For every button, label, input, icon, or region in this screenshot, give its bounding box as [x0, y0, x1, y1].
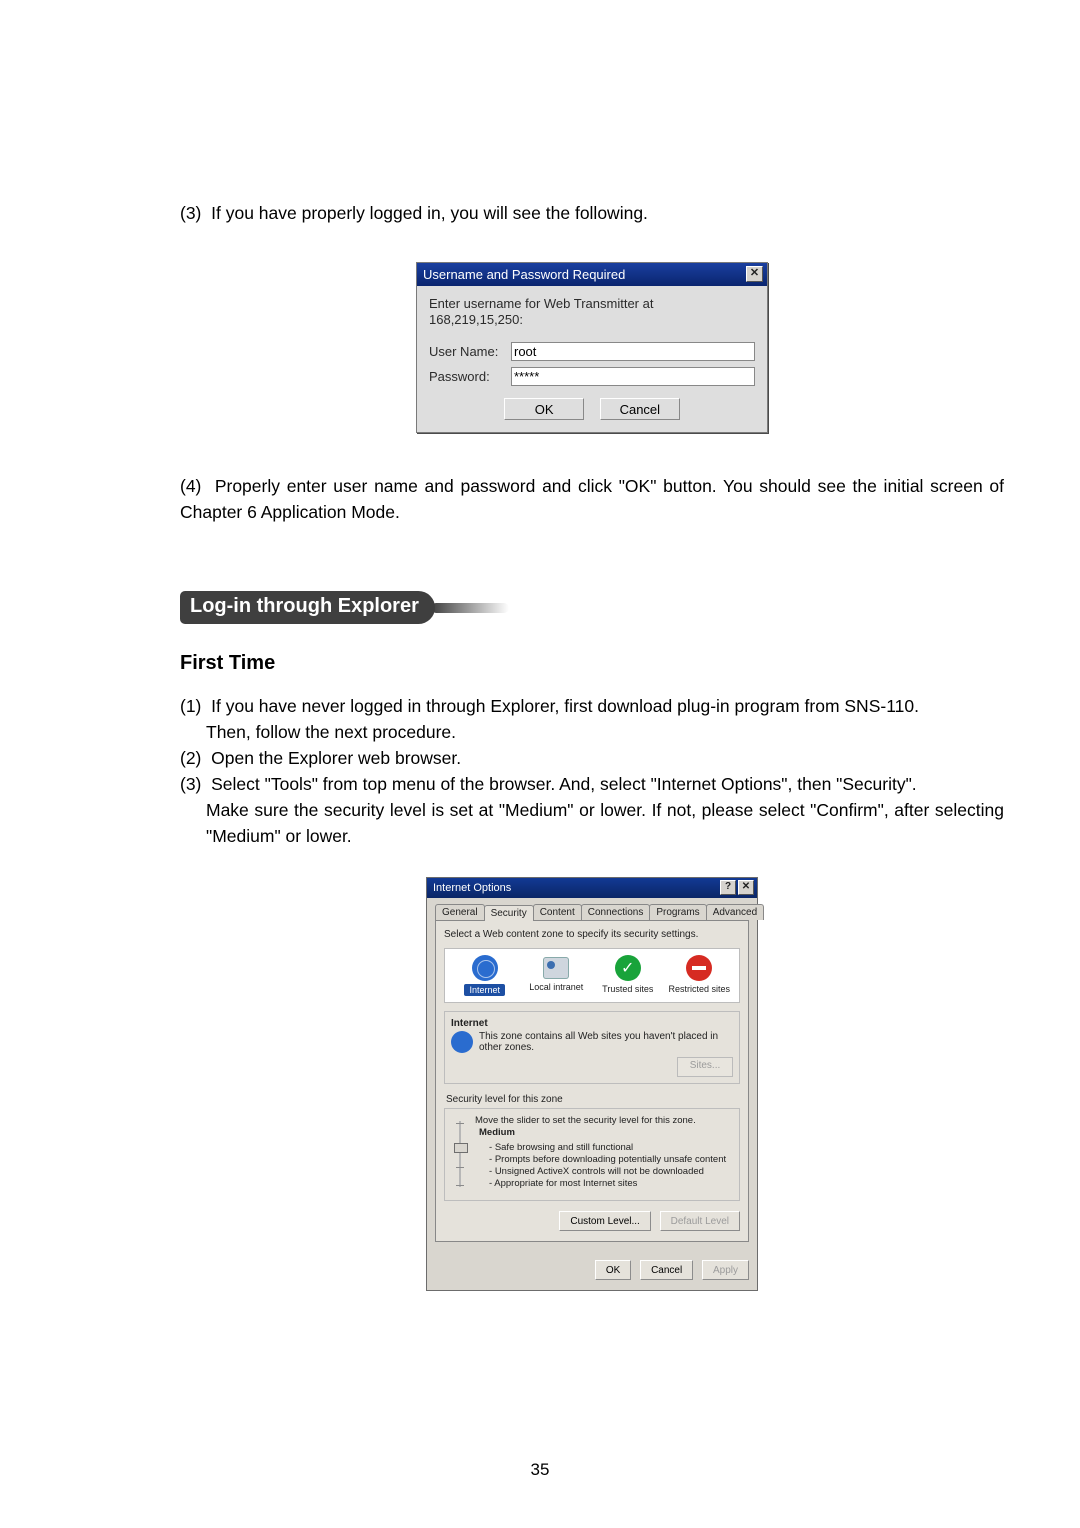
dialog-title: Username and Password Required [423, 267, 625, 282]
tab-advanced[interactable]: Advanced [706, 904, 764, 920]
check-icon: ✓ [615, 955, 641, 981]
ok-button[interactable]: OK [595, 1260, 631, 1280]
list-marker: (2) [180, 748, 201, 768]
step-3: (3) Select "Tools" from top menu of the … [180, 771, 1004, 849]
ok-button[interactable]: OK [504, 398, 584, 420]
help-icon[interactable]: ? [720, 880, 736, 895]
step-text: If you have never logged in through Expl… [211, 696, 919, 716]
password-label: Password: [429, 369, 511, 384]
sites-button: Sites... [677, 1057, 733, 1077]
tab-content[interactable]: Content [533, 904, 582, 920]
step-cont: Make sure the security level is set at "… [180, 797, 1004, 849]
section-heading: Log-in through Explorer [180, 591, 435, 624]
security-level-box: Move the slider to set the security leve… [444, 1108, 740, 1201]
list-marker: (3) [180, 774, 201, 794]
security-bullet: Prompts before downloading potentially u… [489, 1154, 733, 1166]
paragraph-text: If you have properly logged in, you will… [211, 203, 648, 223]
security-level-name: Medium [479, 1127, 733, 1139]
zone-label: Local intranet [529, 982, 583, 992]
security-bullet: Safe browsing and still functional [489, 1142, 733, 1154]
globe-icon [472, 955, 498, 981]
internet-options-dialog: Internet Options ? ✕ General Security Co… [426, 877, 758, 1291]
zone-description: Internet This zone contains all Web site… [444, 1011, 740, 1084]
username-label: User Name: [429, 344, 511, 359]
dialog-titlebar: Internet Options ? ✕ [427, 878, 757, 898]
zone-trusted-sites[interactable]: ✓ Trusted sites [592, 955, 664, 996]
login-dialog: Username and Password Required ✕ Enter u… [416, 262, 768, 433]
dialog-title: Internet Options [433, 882, 511, 894]
username-input[interactable] [511, 342, 755, 361]
step-text: Open the Explorer web browser. [211, 748, 461, 768]
apply-button: Apply [702, 1260, 749, 1280]
dialog-titlebar: Username and Password Required ✕ [417, 263, 767, 286]
subheading: First Time [180, 652, 1004, 675]
document-page: (3) If you have properly logged in, you … [0, 0, 1080, 1528]
paragraph-4: (4) Properly enter user name and passwor… [180, 473, 1004, 525]
step-1: (1) If you have never logged in through … [180, 693, 1004, 745]
zone-label: Internet [464, 984, 505, 996]
dialog-message-line1: Enter username for Web Transmitter at [429, 296, 653, 311]
zone-restricted-sites[interactable]: Restricted sites [664, 955, 736, 996]
step-cont: Then, follow the next procedure. [180, 719, 1004, 745]
cancel-button[interactable]: Cancel [640, 1260, 693, 1280]
computer-icon [543, 957, 569, 979]
tab-programs[interactable]: Programs [649, 904, 706, 920]
zone-label: Restricted sites [668, 984, 730, 994]
list-marker: (3) [180, 203, 201, 223]
zone-name: Internet [451, 1018, 733, 1029]
custom-level-button[interactable]: Custom Level... [559, 1211, 650, 1231]
zone-selector: Internet Local intranet ✓ Trusted sites … [444, 948, 740, 1003]
tab-strip: General Security Content Connections Pro… [435, 904, 749, 921]
security-slider[interactable] [451, 1115, 469, 1190]
zone-local-intranet[interactable]: Local intranet [521, 955, 593, 996]
list-marker: (1) [180, 696, 201, 716]
security-level-title: Security level for this zone [446, 1094, 740, 1105]
slider-instruction: Move the slider to set the security leve… [475, 1115, 733, 1127]
zone-label: Trusted sites [602, 984, 653, 994]
paragraph-3: (3) If you have properly logged in, you … [180, 200, 1004, 226]
globe-icon [451, 1031, 473, 1053]
security-bullet: Unsigned ActiveX controls will not be do… [489, 1166, 733, 1178]
default-level-button: Default Level [660, 1211, 740, 1231]
dialog-message-line2: 168,219,15,250: [429, 312, 523, 327]
tab-connections[interactable]: Connections [581, 904, 651, 920]
password-input[interactable] [511, 367, 755, 386]
step-2: (2) Open the Explorer web browser. [180, 745, 1004, 771]
list-marker: (4) [180, 476, 201, 496]
slider-thumb-icon [454, 1143, 468, 1153]
heading-decoration [431, 603, 509, 613]
tab-general[interactable]: General [435, 904, 485, 920]
zone-internet[interactable]: Internet [449, 955, 521, 996]
page-number: 35 [0, 1460, 1080, 1480]
paragraph-text: Properly enter user name and password an… [180, 476, 1004, 522]
step-text: Select "Tools" from top menu of the brow… [211, 774, 917, 794]
dialog-message: Enter username for Web Transmitter at 16… [429, 296, 755, 328]
cancel-button[interactable]: Cancel [600, 398, 680, 420]
close-icon[interactable]: ✕ [738, 880, 754, 895]
nosign-icon [686, 955, 712, 981]
zone-description-text: This zone contains all Web sites you hav… [479, 1031, 733, 1053]
zone-instruction: Select a Web content zone to specify its… [444, 929, 740, 940]
tab-security[interactable]: Security [484, 905, 534, 921]
close-icon[interactable]: ✕ [746, 266, 763, 282]
security-bullet: Appropriate for most Internet sites [489, 1178, 733, 1190]
section-heading-row: Log-in through Explorer [180, 591, 1004, 624]
